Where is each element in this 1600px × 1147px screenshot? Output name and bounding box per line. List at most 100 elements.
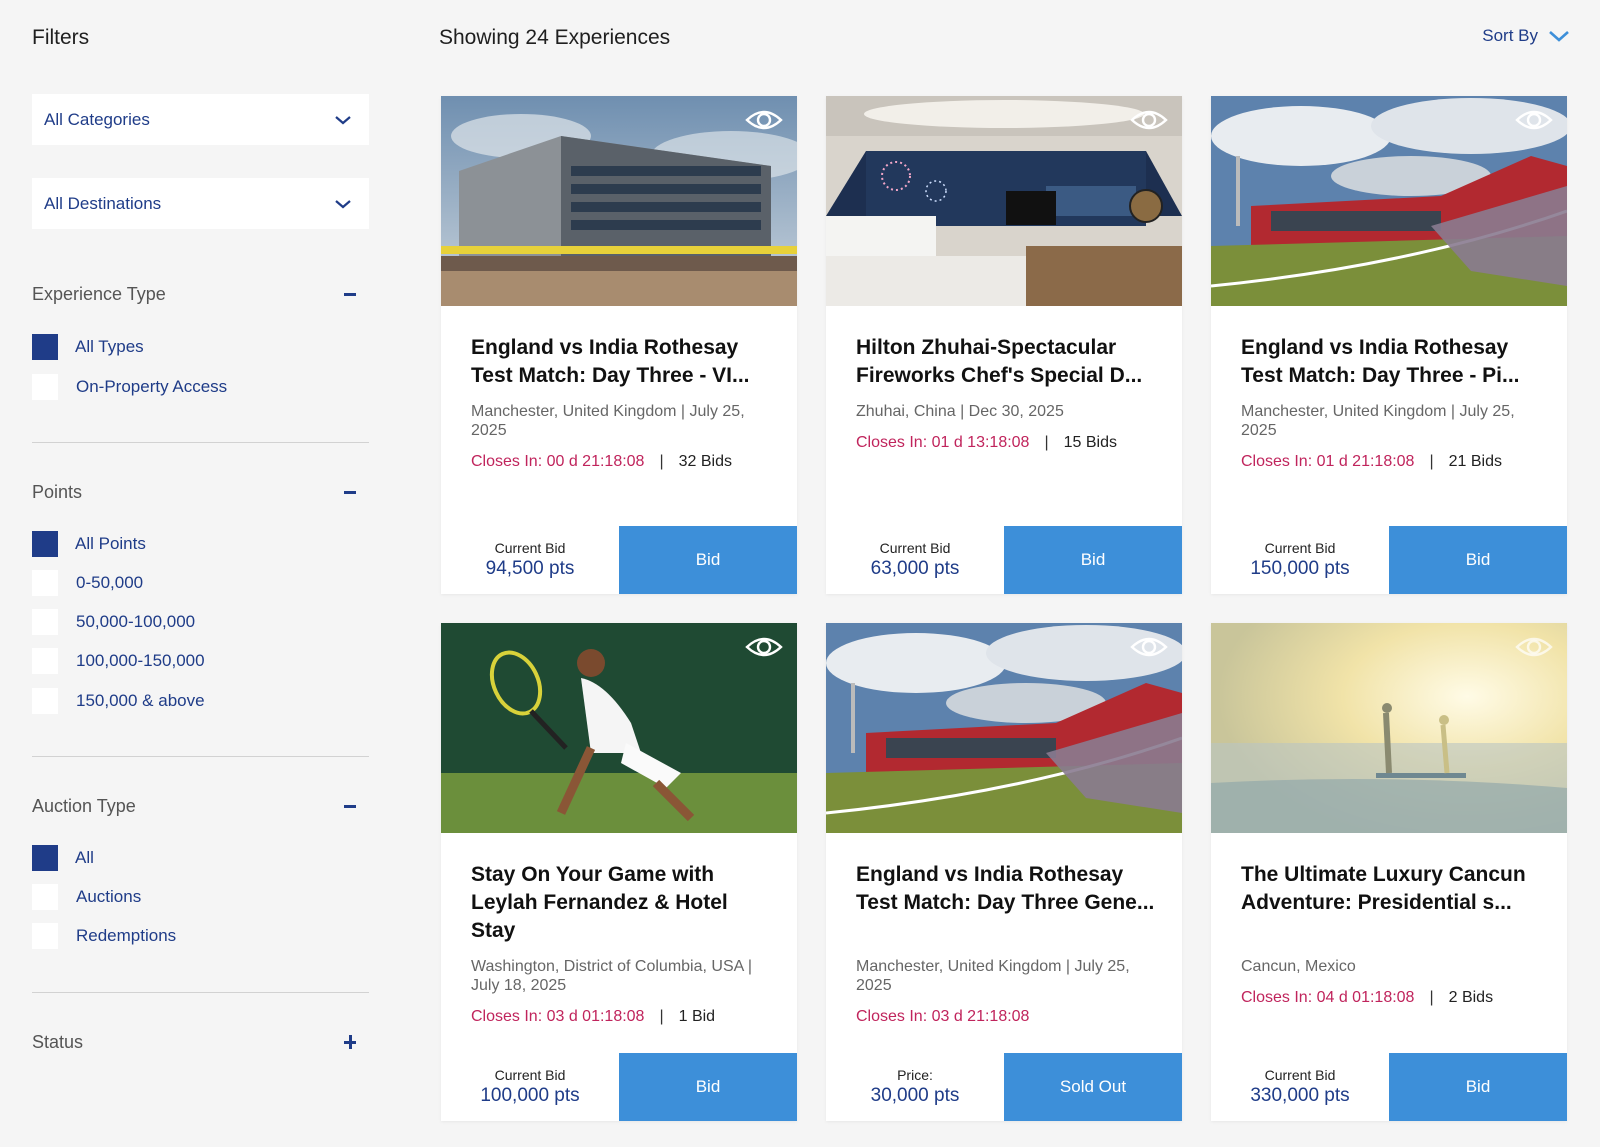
- minus-icon[interactable]: [341, 797, 359, 815]
- price-value: 100,000 pts: [480, 1085, 580, 1106]
- card-meta: Closes In: 03 d 21:18:08: [856, 1008, 1029, 1026]
- experience-card[interactable]: The Ultimate Luxury Cancun Adventure: Pr…: [1211, 623, 1567, 1121]
- eye-icon[interactable]: [1515, 106, 1553, 134]
- chevron-down-icon: [335, 115, 351, 124]
- destinations-dropdown-label: All Destinations: [44, 193, 162, 213]
- checkbox[interactable]: [32, 688, 58, 714]
- card-image-hotel-room[interactable]: [826, 96, 1182, 306]
- checkbox-checked[interactable]: [32, 531, 58, 557]
- filter-option-on-property-access[interactable]: On-Property Access: [32, 374, 227, 400]
- card-location: Manchester, United Kingdom | July 25, 20…: [1241, 403, 1515, 439]
- card-image-stadium-building[interactable]: [441, 96, 797, 306]
- eye-icon[interactable]: [1130, 106, 1168, 134]
- eye-icon[interactable]: [745, 106, 783, 134]
- closes-in: Closes In: 03 d 21:18:08: [856, 1008, 1030, 1025]
- filter-option-all[interactable]: All: [32, 845, 94, 871]
- bid-button[interactable]: Bid: [1389, 1053, 1567, 1121]
- price-label: Price:: [897, 1067, 933, 1083]
- card-title[interactable]: Hilton Zhuhai-Spectacular Fireworks Chef…: [856, 334, 1156, 390]
- status-section: Status: [32, 1029, 369, 1055]
- eye-icon[interactable]: [745, 633, 783, 661]
- checkbox-checked[interactable]: [32, 334, 58, 360]
- card-title[interactable]: England vs India Rothesay Test Match: Da…: [471, 334, 771, 390]
- checkbox[interactable]: [32, 923, 58, 949]
- auction-type-section: Auction Type: [32, 793, 369, 819]
- filters-title: Filters: [32, 26, 90, 49]
- card-title[interactable]: England vs India Rothesay Test Match: Da…: [1241, 334, 1541, 390]
- minus-icon[interactable]: [341, 483, 359, 501]
- checkbox[interactable]: [32, 570, 58, 596]
- filter-option-100000-150000[interactable]: 100,000-150,000: [32, 648, 205, 674]
- bid-button[interactable]: Bid: [619, 526, 797, 594]
- card-location: Manchester, United Kingdom | July 25, 20…: [471, 403, 745, 439]
- sort-by-dropdown[interactable]: Sort By: [1482, 26, 1570, 46]
- separator: |: [1044, 434, 1049, 451]
- experience-card[interactable]: England vs India Rothesay Test Match: Da…: [826, 623, 1182, 1121]
- card-title[interactable]: England vs India Rothesay Test Match: Da…: [856, 861, 1156, 917]
- checkbox-checked[interactable]: [32, 845, 58, 871]
- filter-option-auctions[interactable]: Auctions: [32, 884, 141, 910]
- divider: [32, 756, 369, 757]
- minus-icon[interactable]: [341, 285, 359, 303]
- card-image-cricket-stadium[interactable]: [826, 623, 1182, 833]
- experience-card[interactable]: England vs India Rothesay Test Match: Da…: [1211, 96, 1567, 594]
- card-title[interactable]: The Ultimate Luxury Cancun Adventure: Pr…: [1241, 861, 1541, 917]
- price-value: 63,000 pts: [870, 558, 960, 579]
- filter-option-label: Redemptions: [76, 926, 177, 945]
- card-image-paddleboard-sunset[interactable]: [1211, 623, 1567, 833]
- checkbox[interactable]: [32, 609, 58, 635]
- price-label: Current Bid: [494, 1067, 566, 1083]
- divider: [32, 442, 369, 443]
- price-value: 150,000 pts: [1250, 558, 1350, 579]
- eye-icon[interactable]: [1130, 633, 1168, 661]
- filter-option-redemptions[interactable]: Redemptions: [32, 923, 176, 949]
- checkbox[interactable]: [32, 648, 58, 674]
- sold-out-button[interactable]: Sold Out: [1004, 1053, 1182, 1121]
- categories-dropdown[interactable]: All Categories: [32, 94, 369, 145]
- checkbox[interactable]: [32, 374, 58, 400]
- separator: |: [659, 1008, 664, 1025]
- filter-option-0-50000[interactable]: 0-50,000: [32, 570, 143, 596]
- bid-button[interactable]: Bid: [619, 1053, 797, 1121]
- bid-button[interactable]: Bid: [1389, 526, 1567, 594]
- filter-option-all-points[interactable]: All Points: [32, 531, 146, 557]
- experience-card[interactable]: Stay On Your Game with Leylah Fernandez …: [441, 623, 797, 1121]
- card-meta: Closes In: 01 d 21:18:08 | 21 Bids: [1241, 453, 1502, 471]
- card-image-cricket-stadium[interactable]: [1211, 96, 1567, 306]
- filter-option-label: 150,000 & above: [76, 691, 205, 710]
- current-bid: Current Bid 330,000 pts: [1211, 1053, 1389, 1121]
- price-value: 30,000 pts: [870, 1085, 960, 1106]
- current-bid: Current Bid 100,000 pts: [441, 1053, 619, 1121]
- card-footer: Current Bid 150,000 pts Bid: [1211, 526, 1567, 594]
- eye-icon[interactable]: [1515, 633, 1553, 661]
- filter-option-50000-100000[interactable]: 50,000-100,000: [32, 609, 195, 635]
- card-meta: Closes In: 04 d 01:18:08 | 2 Bids: [1241, 989, 1493, 1007]
- price-label: Current Bid: [1264, 540, 1336, 556]
- plus-icon[interactable]: [341, 1033, 359, 1051]
- closes-in: Closes In: 03 d 01:18:08: [471, 1008, 645, 1025]
- divider: [32, 992, 369, 993]
- bid-count: 32 Bids: [678, 453, 732, 470]
- experience-card[interactable]: Hilton Zhuhai-Spectacular Fireworks Chef…: [826, 96, 1182, 594]
- card-location: Zhuhai, China | Dec 30, 2025: [856, 403, 1064, 420]
- points-title: Points: [32, 481, 83, 502]
- experience-card[interactable]: England vs India Rothesay Test Match: Da…: [441, 96, 797, 594]
- card-footer: Current Bid 94,500 pts Bid: [441, 526, 797, 594]
- card-footer: Price: 30,000 pts Sold Out: [826, 1053, 1182, 1121]
- filter-option-label: 100,000-150,000: [76, 651, 205, 670]
- card-title[interactable]: Stay On Your Game with Leylah Fernandez …: [471, 861, 771, 945]
- destinations-dropdown[interactable]: All Destinations: [32, 178, 369, 229]
- closes-in: Closes In: 00 d 21:18:08: [471, 453, 645, 470]
- closes-in: Closes In: 01 d 13:18:08: [856, 434, 1030, 451]
- filter-option-150000-above[interactable]: 150,000 & above: [32, 688, 205, 714]
- sort-by-label: Sort By: [1482, 26, 1538, 45]
- checkbox[interactable]: [32, 884, 58, 910]
- card-image-tennis-player[interactable]: [441, 623, 797, 833]
- price-label: Current Bid: [879, 540, 951, 556]
- filter-option-all-types[interactable]: All Types: [32, 334, 144, 360]
- status-title: Status: [32, 1031, 84, 1052]
- price-label: Current Bid: [494, 540, 566, 556]
- card-location: Cancun, Mexico: [1241, 958, 1356, 975]
- bid-button[interactable]: Bid: [1004, 526, 1182, 594]
- filter-option-label: All Points: [75, 534, 146, 553]
